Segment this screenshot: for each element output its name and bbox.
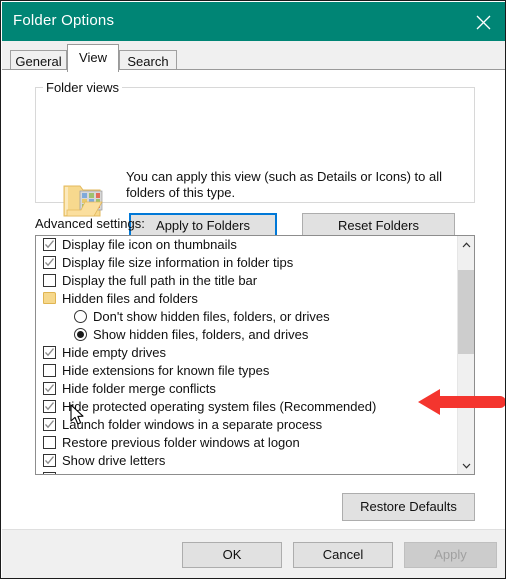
list-item[interactable]: Don't show hidden files, folders, or dri… (36, 308, 457, 326)
check-icon (45, 348, 54, 357)
radio-circle (74, 310, 87, 323)
scrollbar-up-button[interactable] (458, 236, 474, 253)
checkbox-checked[interactable] (43, 238, 56, 251)
checkbox-checked[interactable] (43, 454, 56, 467)
checkbox-box (43, 436, 56, 449)
list-item[interactable]: Show drive letters (36, 452, 457, 470)
advanced-settings-list: Display file icon on thumbnails Display f… (36, 236, 457, 474)
tab-page-view: Folder views You can apply this view (su… (2, 69, 505, 530)
apply-button: Apply (404, 542, 497, 568)
checkbox-checked[interactable] (43, 382, 56, 395)
list-item[interactable]: Hide folder merge conflicts (36, 380, 457, 398)
check-icon (45, 384, 54, 393)
list-item-label: Hide protected operating system files (R… (62, 399, 377, 414)
list-item-label: Hide folder merge conflicts (62, 381, 216, 396)
list-item[interactable]: Show hidden files, folders, and drives (36, 326, 457, 344)
checkbox-box (43, 274, 56, 287)
close-button[interactable] (461, 2, 505, 41)
radio-dot (77, 331, 84, 338)
checkbox-checked[interactable] (43, 346, 56, 359)
checkbox-box (43, 454, 56, 467)
check-icon (45, 258, 54, 267)
checkbox-box (43, 238, 56, 251)
checkbox-box (43, 364, 56, 377)
list-item[interactable]: Restore previous folder windows at logon (36, 434, 457, 452)
list-item-label: Don't show hidden files, folders, or dri… (93, 309, 330, 324)
list-item[interactable] (36, 470, 457, 474)
list-item[interactable]: Display file size information in folder … (36, 254, 457, 272)
list-item[interactable]: Launch folder windows in a separate proc… (36, 416, 457, 434)
checkbox-checked[interactable] (43, 400, 56, 413)
folder-icon (43, 292, 56, 304)
list-item[interactable]: Hide empty drives (36, 344, 457, 362)
cancel-button[interactable]: Cancel (293, 542, 393, 568)
scrollbar-down-button[interactable] (458, 457, 474, 474)
list-item-label: Display file icon on thumbnails (62, 237, 237, 252)
list-item-label: Hidden files and folders (62, 291, 198, 306)
checkbox-unchecked[interactable] (43, 274, 56, 287)
list-item[interactable]: Hide extensions for known file types (36, 362, 457, 380)
checkbox-checked[interactable] (43, 256, 56, 269)
list-item-label: Show hidden files, folders, and drives (93, 327, 309, 342)
checkbox-box (43, 256, 56, 269)
radio-selected[interactable] (74, 328, 87, 341)
list-item-label: Hide extensions for known file types (62, 363, 270, 378)
checkbox-unchecked[interactable] (43, 472, 56, 474)
window-title: Folder Options (13, 12, 115, 29)
checkbox-unchecked[interactable] (43, 436, 56, 449)
folder-views-description: You can apply this view (such as Details… (126, 169, 443, 200)
list-item-label: Launch folder windows in a separate proc… (62, 417, 323, 432)
check-icon (45, 240, 54, 249)
tab-strip: General Search View (2, 41, 505, 72)
checkbox-box (43, 382, 56, 395)
list-item[interactable]: Display the full path in the title bar (36, 272, 457, 290)
check-icon (45, 456, 54, 465)
list-item-label: Hide empty drives (62, 345, 167, 360)
check-icon (45, 402, 54, 411)
radio-circle (74, 328, 87, 341)
checkbox-checked[interactable] (43, 418, 56, 431)
checkbox-box (43, 472, 56, 474)
radio-unselected[interactable] (74, 310, 87, 323)
list-item-label: Show drive letters (62, 453, 166, 468)
advanced-settings-listbox[interactable]: Display file icon on thumbnails Display f… (35, 235, 475, 475)
folder-glyph (43, 292, 56, 304)
scrollbar[interactable] (457, 236, 474, 474)
folder-views-legend: Folder views (43, 80, 122, 95)
list-item-label: Display the full path in the title bar (62, 273, 258, 288)
list-item[interactable]: Hide protected operating system files (R… (36, 398, 457, 416)
ok-button[interactable]: OK (182, 542, 282, 568)
title-bar: Folder Options (2, 2, 505, 41)
checkbox-box (43, 400, 56, 413)
scrollbar-thumb[interactable] (458, 270, 474, 354)
restore-defaults-button[interactable]: Restore Defaults (342, 493, 475, 521)
list-item-label: Restore previous folder windows at logon (62, 435, 300, 450)
list-item-label: Display file size information in folder … (62, 255, 294, 270)
check-icon (45, 420, 54, 429)
advanced-settings-label: Advanced settings: (35, 216, 145, 231)
checkbox-box (43, 346, 56, 359)
tab-view[interactable]: View (67, 44, 119, 72)
list-item[interactable]: Display file icon on thumbnails (36, 236, 457, 254)
checkbox-unchecked[interactable] (43, 364, 56, 377)
checkbox-box (43, 418, 56, 431)
dialog-footer: OK Cancel Apply (2, 529, 505, 578)
list-item[interactable]: Hidden files and folders (36, 290, 457, 308)
folder-options-dialog: Folder Options General Search View Folde… (0, 0, 506, 579)
